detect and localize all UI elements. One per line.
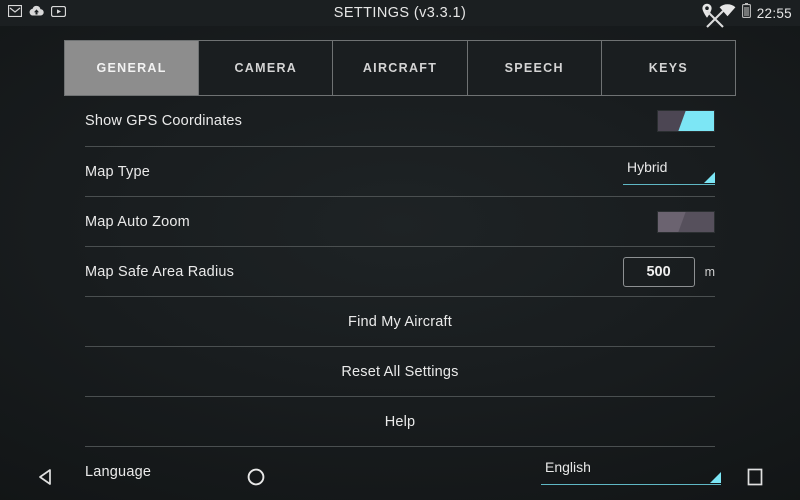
row-find-my-aircraft[interactable]: Find My Aircraft — [85, 296, 715, 346]
tab-aircraft[interactable]: AIRCRAFT — [333, 41, 468, 95]
home-circle-icon[interactable] — [246, 467, 266, 492]
window-title: SETTINGS (v3.3.1) — [333, 5, 467, 21]
tab-keys-label: KEYS — [648, 61, 689, 75]
row-help[interactable]: Help — [85, 396, 715, 446]
recents-square-icon[interactable] — [746, 468, 764, 491]
status-bar-notification-icons — [7, 4, 67, 22]
reset-all-settings-label: Reset All Settings — [341, 363, 459, 380]
row-map-safe-area-radius[interactable]: Map Safe Area Radius m — [85, 246, 715, 296]
map-safe-area-radius-unit: m — [704, 264, 715, 279]
toggle-knob — [678, 211, 714, 232]
toggle-knob — [678, 111, 714, 131]
chevron-down-icon — [704, 171, 715, 183]
tab-camera[interactable]: CAMERA — [199, 41, 334, 95]
map-type-label: Map Type — [85, 163, 151, 180]
map-auto-zoom-label: Map Auto Zoom — [85, 213, 190, 230]
chevron-down-icon — [710, 471, 721, 483]
status-bar: SETTINGS (v3.3.1) 22:55 — [0, 0, 800, 28]
status-bar-clock: 22:55 — [756, 5, 792, 21]
drive-upload-icon — [29, 4, 44, 22]
tab-general-label: GENERAL — [96, 61, 167, 75]
battery-icon — [741, 3, 751, 23]
row-language[interactable]: Language English — [85, 446, 721, 496]
tab-aircraft-label: AIRCRAFT — [362, 61, 438, 75]
settings-list: Show GPS Coordinates Map Type Hybrid Map… — [85, 96, 721, 500]
row-show-gps-coordinates[interactable]: Show GPS Coordinates — [85, 96, 715, 146]
tab-general[interactable]: GENERAL — [65, 41, 200, 95]
show-gps-coordinates-toggle[interactable] — [657, 110, 715, 132]
row-reset-all-settings[interactable]: Reset All Settings — [85, 346, 715, 396]
back-triangle-icon[interactable] — [36, 467, 56, 492]
map-safe-area-radius-label: Map Safe Area Radius — [85, 263, 235, 280]
tab-speech-label: SPEECH — [504, 61, 564, 75]
map-safe-area-radius-input[interactable] — [622, 256, 695, 287]
language-value: English — [545, 458, 591, 475]
row-map-type[interactable]: Map Type Hybrid — [85, 146, 715, 196]
help-label: Help — [384, 413, 416, 430]
language-label: Language — [85, 463, 152, 480]
tab-keys[interactable]: KEYS — [602, 41, 735, 95]
gmail-icon — [7, 4, 23, 22]
find-my-aircraft-label: Find My Aircraft — [348, 313, 452, 330]
youtube-icon — [50, 4, 67, 22]
settings-tab-bar: GENERAL CAMERA AIRCRAFT SPEECH KEYS — [64, 40, 736, 96]
language-dropdown[interactable]: English — [541, 459, 721, 485]
tab-camera-label: CAMERA — [234, 61, 298, 75]
close-icon[interactable] — [704, 8, 726, 30]
map-auto-zoom-toggle[interactable] — [657, 210, 715, 233]
tab-speech[interactable]: SPEECH — [468, 41, 602, 95]
app-screen: SETTINGS (v3.3.1) 22:55 GENERAL CAMERA A… — [0, 0, 800, 500]
map-type-value: Hybrid — [627, 158, 668, 175]
row-map-auto-zoom[interactable]: Map Auto Zoom — [85, 196, 715, 246]
show-gps-coordinates-label: Show GPS Coordinates — [85, 113, 243, 129]
map-type-dropdown[interactable]: Hybrid — [623, 159, 715, 185]
